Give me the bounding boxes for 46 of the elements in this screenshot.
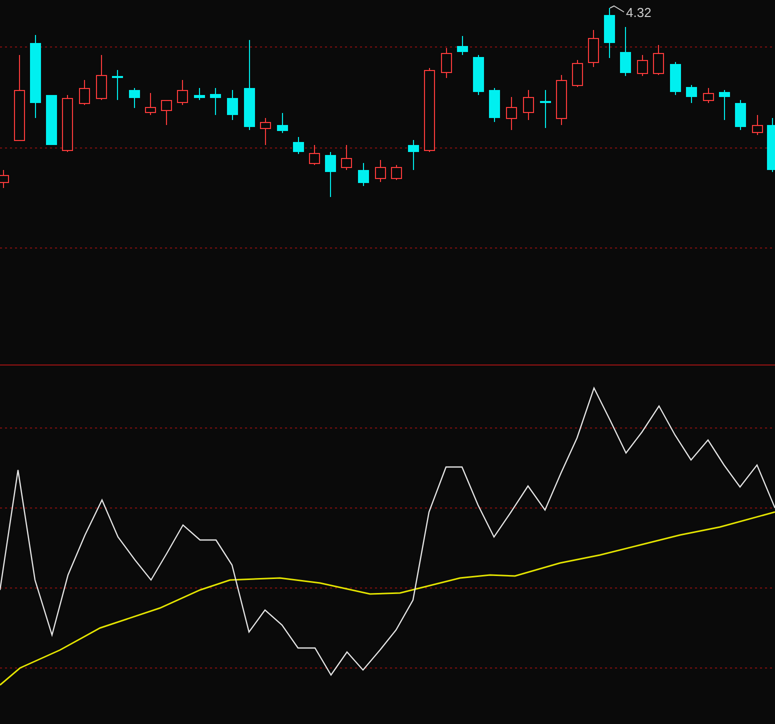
candlestick [735, 100, 746, 130]
candlestick [96, 54, 107, 100]
candlestick [325, 152, 336, 198]
candlestick [457, 36, 468, 56]
candlestick [129, 88, 140, 108]
candlestick [309, 144, 320, 166]
candlestick [161, 100, 172, 126]
candlestick [473, 54, 484, 96]
candlestick [79, 80, 90, 106]
candlestick [277, 112, 288, 134]
candlestick [293, 136, 304, 154]
candlestick [341, 144, 352, 170]
candlestick [441, 48, 452, 78]
candlestick [703, 88, 714, 104]
candlestick [112, 70, 123, 100]
candlestick [556, 74, 567, 126]
candlestick [604, 8, 615, 58]
candlestick [588, 30, 599, 68]
candlestick [719, 90, 730, 120]
candlestick [145, 92, 156, 116]
candlestick [62, 94, 73, 152]
candlestick [767, 118, 775, 172]
candlestick [572, 60, 583, 88]
price-label: 4.32 [626, 5, 652, 20]
candlestick [540, 90, 551, 128]
candlestick [177, 80, 188, 106]
candlestick [227, 90, 238, 120]
candlestick [752, 114, 763, 136]
candlestick [375, 160, 386, 182]
candlestick [46, 94, 57, 146]
candlestick [194, 88, 205, 100]
candlestick [670, 62, 681, 96]
candlestick [210, 88, 221, 116]
candlestick [358, 162, 369, 186]
candlestick [260, 118, 271, 146]
candlestick [408, 140, 419, 170]
candlestick [620, 26, 631, 76]
candlestick [489, 88, 500, 122]
candlestick [0, 170, 9, 188]
leader-line [610, 5, 624, 12]
candlestick [391, 164, 402, 180]
candlestick [686, 84, 697, 104]
candlestick [523, 90, 534, 120]
candlestick [653, 44, 664, 76]
candlestick [637, 54, 648, 76]
candlestick [506, 96, 517, 130]
